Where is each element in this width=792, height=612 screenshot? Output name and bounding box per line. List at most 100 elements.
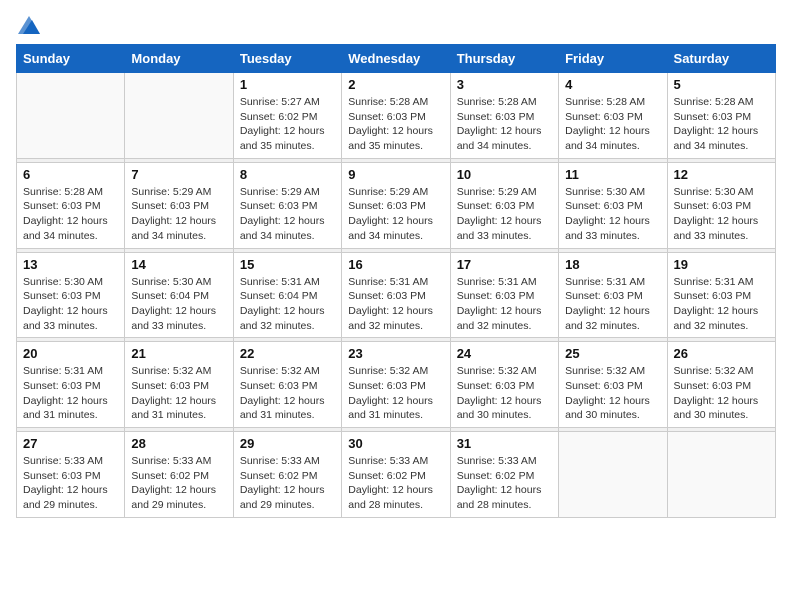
day-number: 10 — [457, 167, 552, 182]
day-number: 25 — [565, 346, 660, 361]
cell-info: Sunrise: 5:32 AMSunset: 6:03 PMDaylight:… — [457, 364, 552, 423]
calendar-cell: 7 Sunrise: 5:29 AMSunset: 6:03 PMDaylight… — [125, 162, 233, 248]
calendar-cell: 19Sunrise: 5:31 AMSunset: 6:03 PMDayligh… — [667, 252, 775, 338]
weekday-header-sunday: Sunday — [17, 45, 125, 73]
cell-info: Sunrise: 5:32 AMSunset: 6:03 PMDaylight:… — [131, 364, 226, 423]
cell-info: Sunrise: 5:32 AMSunset: 6:03 PMDaylight:… — [240, 364, 335, 423]
cell-info: Sunrise: 5:29 AMSunset: 6:03 PMDaylight:… — [457, 185, 552, 244]
calendar-cell: 30 Sunrise: 5:33 AMSunset: 6:02 PMDayligh… — [342, 432, 450, 518]
day-number: 18 — [565, 257, 660, 272]
cell-info: Sunrise: 5:29 AMSunset: 6:03 PMDaylight:… — [131, 185, 226, 244]
logo-icon — [18, 16, 40, 34]
cell-info: Sunrise: 5:28 AMSunset: 6:03 PMDaylight:… — [348, 95, 443, 154]
cell-info: Sunrise: 5:33 AMSunset: 6:02 PMDaylight:… — [348, 454, 443, 513]
cell-info: Sunrise: 5:31 AMSunset: 6:04 PMDaylight:… — [240, 275, 335, 334]
day-number: 7 — [131, 167, 226, 182]
calendar-cell — [17, 73, 125, 159]
cell-info: Sunrise: 5:28 AMSunset: 6:03 PMDaylight:… — [565, 95, 660, 154]
calendar-table: SundayMondayTuesdayWednesdayThursdayFrid… — [16, 44, 776, 518]
calendar-cell: 3 Sunrise: 5:28 AMSunset: 6:03 PMDaylight… — [450, 73, 558, 159]
day-number: 12 — [674, 167, 769, 182]
cell-info: Sunrise: 5:28 AMSunset: 6:03 PMDaylight:… — [23, 185, 118, 244]
logo — [16, 16, 40, 34]
calendar-cell: 31Sunrise: 5:33 AMSunset: 6:02 PMDayligh… — [450, 432, 558, 518]
calendar-cell: 15 Sunrise: 5:31 AMSunset: 6:04 PMDayligh… — [233, 252, 341, 338]
cell-info: Sunrise: 5:31 AMSunset: 6:03 PMDaylight:… — [348, 275, 443, 334]
calendar-cell — [667, 432, 775, 518]
calendar-cell: 26 Sunrise: 5:32 AMSunset: 6:03 PMDayligh… — [667, 342, 775, 428]
day-number: 24 — [457, 346, 552, 361]
day-number: 4 — [565, 77, 660, 92]
cell-info: Sunrise: 5:28 AMSunset: 6:03 PMDaylight:… — [457, 95, 552, 154]
calendar-cell: 4 Sunrise: 5:28 AMSunset: 6:03 PMDaylight… — [559, 73, 667, 159]
calendar-cell: 9Sunrise: 5:29 AMSunset: 6:03 PMDaylight… — [342, 162, 450, 248]
calendar-week-row: 27Sunrise: 5:33 AMSunset: 6:03 PMDayligh… — [17, 432, 776, 518]
weekday-header-wednesday: Wednesday — [342, 45, 450, 73]
page-header — [16, 16, 776, 34]
day-number: 22 — [240, 346, 335, 361]
cell-info: Sunrise: 5:33 AMSunset: 6:02 PMDaylight:… — [131, 454, 226, 513]
weekday-header-saturday: Saturday — [667, 45, 775, 73]
day-number: 23 — [348, 346, 443, 361]
calendar-cell: 24 Sunrise: 5:32 AMSunset: 6:03 PMDayligh… — [450, 342, 558, 428]
calendar-week-row: 1 Sunrise: 5:27 AMSunset: 6:02 PMDaylight… — [17, 73, 776, 159]
calendar-cell: 14Sunrise: 5:30 AMSunset: 6:04 PMDayligh… — [125, 252, 233, 338]
cell-info: Sunrise: 5:32 AMSunset: 6:03 PMDaylight:… — [674, 364, 769, 423]
weekday-header-friday: Friday — [559, 45, 667, 73]
calendar-week-row: 13Sunrise: 5:30 AMSunset: 6:03 PMDayligh… — [17, 252, 776, 338]
cell-info: Sunrise: 5:27 AMSunset: 6:02 PMDaylight:… — [240, 95, 335, 154]
day-number: 31 — [457, 436, 552, 451]
calendar-week-row: 6Sunrise: 5:28 AMSunset: 6:03 PMDaylight… — [17, 162, 776, 248]
weekday-header-thursday: Thursday — [450, 45, 558, 73]
cell-info: Sunrise: 5:30 AMSunset: 6:03 PMDaylight:… — [565, 185, 660, 244]
day-number: 3 — [457, 77, 552, 92]
cell-info: Sunrise: 5:29 AMSunset: 6:03 PMDaylight:… — [240, 185, 335, 244]
calendar-cell: 11 Sunrise: 5:30 AMSunset: 6:03 PMDayligh… — [559, 162, 667, 248]
calendar-cell: 13Sunrise: 5:30 AMSunset: 6:03 PMDayligh… — [17, 252, 125, 338]
calendar-cell: 17 Sunrise: 5:31 AMSunset: 6:03 PMDayligh… — [450, 252, 558, 338]
day-number: 14 — [131, 257, 226, 272]
day-number: 17 — [457, 257, 552, 272]
weekday-header-tuesday: Tuesday — [233, 45, 341, 73]
calendar-cell: 27Sunrise: 5:33 AMSunset: 6:03 PMDayligh… — [17, 432, 125, 518]
cell-info: Sunrise: 5:31 AMSunset: 6:03 PMDaylight:… — [565, 275, 660, 334]
day-number: 30 — [348, 436, 443, 451]
day-number: 28 — [131, 436, 226, 451]
calendar-cell: 5Sunrise: 5:28 AMSunset: 6:03 PMDaylight… — [667, 73, 775, 159]
calendar-cell: 12 Sunrise: 5:30 AMSunset: 6:03 PMDayligh… — [667, 162, 775, 248]
day-number: 2 — [348, 77, 443, 92]
day-number: 11 — [565, 167, 660, 182]
calendar-week-row: 20 Sunrise: 5:31 AMSunset: 6:03 PMDayligh… — [17, 342, 776, 428]
calendar-header-row: SundayMondayTuesdayWednesdayThursdayFrid… — [17, 45, 776, 73]
cell-info: Sunrise: 5:30 AMSunset: 6:03 PMDaylight:… — [674, 185, 769, 244]
day-number: 5 — [674, 77, 769, 92]
calendar-cell: 6Sunrise: 5:28 AMSunset: 6:03 PMDaylight… — [17, 162, 125, 248]
day-number: 1 — [240, 77, 335, 92]
calendar-cell: 25 Sunrise: 5:32 AMSunset: 6:03 PMDayligh… — [559, 342, 667, 428]
calendar-cell: 10 Sunrise: 5:29 AMSunset: 6:03 PMDayligh… — [450, 162, 558, 248]
day-number: 26 — [674, 346, 769, 361]
day-number: 13 — [23, 257, 118, 272]
cell-info: Sunrise: 5:33 AMSunset: 6:02 PMDaylight:… — [240, 454, 335, 513]
calendar-cell: 8 Sunrise: 5:29 AMSunset: 6:03 PMDaylight… — [233, 162, 341, 248]
calendar-cell: 28 Sunrise: 5:33 AMSunset: 6:02 PMDayligh… — [125, 432, 233, 518]
calendar-cell — [559, 432, 667, 518]
day-number: 16 — [348, 257, 443, 272]
calendar-cell: 2 Sunrise: 5:28 AMSunset: 6:03 PMDaylight… — [342, 73, 450, 159]
cell-info: Sunrise: 5:33 AMSunset: 6:03 PMDaylight:… — [23, 454, 118, 513]
calendar-cell: 1 Sunrise: 5:27 AMSunset: 6:02 PMDaylight… — [233, 73, 341, 159]
cell-info: Sunrise: 5:31 AMSunset: 6:03 PMDaylight:… — [674, 275, 769, 334]
day-number: 15 — [240, 257, 335, 272]
cell-info: Sunrise: 5:32 AMSunset: 6:03 PMDaylight:… — [565, 364, 660, 423]
calendar-cell: 29Sunrise: 5:33 AMSunset: 6:02 PMDayligh… — [233, 432, 341, 518]
day-number: 20 — [23, 346, 118, 361]
weekday-header-monday: Monday — [125, 45, 233, 73]
calendar-cell: 23Sunrise: 5:32 AMSunset: 6:03 PMDayligh… — [342, 342, 450, 428]
calendar-cell — [125, 73, 233, 159]
day-number: 21 — [131, 346, 226, 361]
calendar-cell: 20 Sunrise: 5:31 AMSunset: 6:03 PMDayligh… — [17, 342, 125, 428]
cell-info: Sunrise: 5:31 AMSunset: 6:03 PMDaylight:… — [457, 275, 552, 334]
day-number: 9 — [348, 167, 443, 182]
day-number: 8 — [240, 167, 335, 182]
cell-info: Sunrise: 5:31 AMSunset: 6:03 PMDaylight:… — [23, 364, 118, 423]
